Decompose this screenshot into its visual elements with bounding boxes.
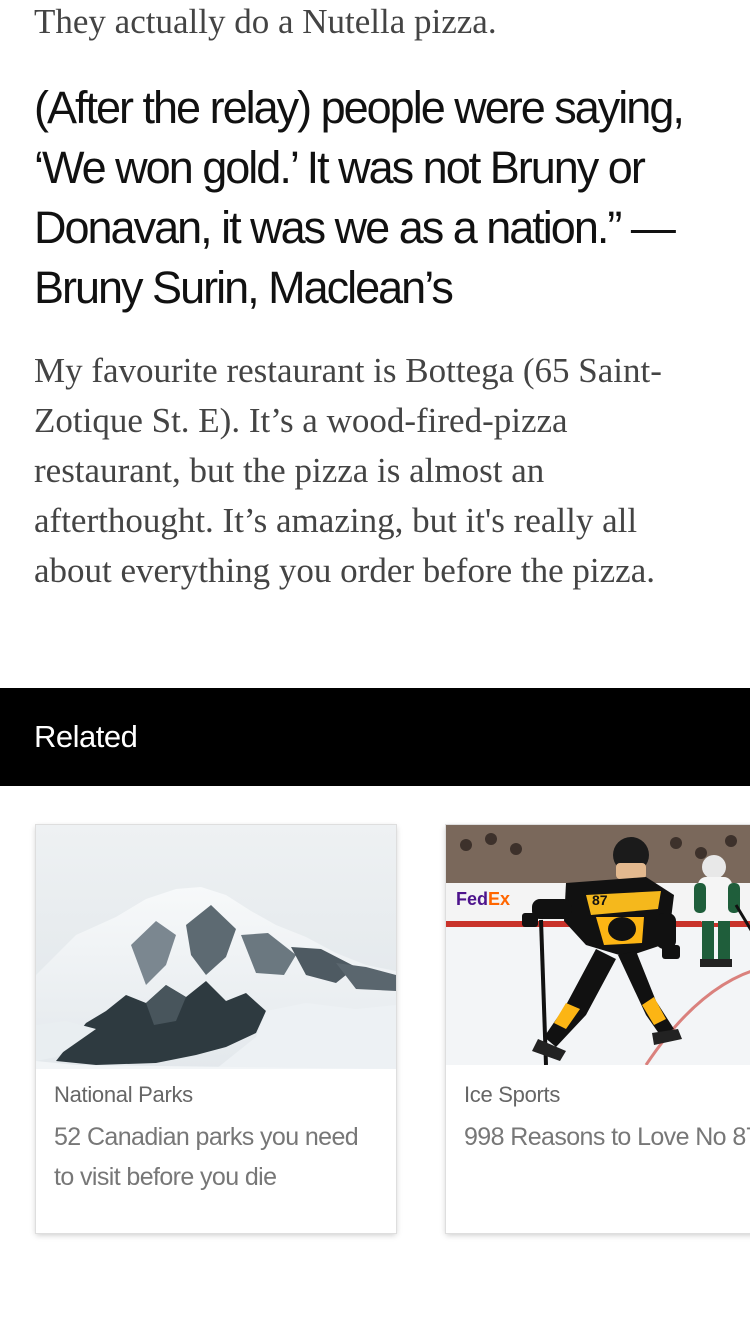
hockey-player-photo: Fed Ex 87: [446, 825, 750, 1069]
related-card-national-parks[interactable]: National Parks 52 Canadian parks you nee…: [36, 825, 396, 1233]
svg-text:87: 87: [592, 892, 608, 908]
card-category: National Parks: [54, 1082, 193, 1107]
svg-text:Fed: Fed: [456, 889, 488, 909]
card-title[interactable]: 998 Reasons to Love No 87: [464, 1117, 750, 1157]
card-title[interactable]: 52 Canadian parks you need to visit befo…: [54, 1117, 374, 1197]
pull-quote: (After the relay) people were saying, ‘W…: [34, 82, 685, 313]
snowy-mountain-photo: [36, 825, 396, 1069]
svg-text:Ex: Ex: [488, 889, 510, 909]
article-paragraph-lead: They actually do a Nutella pizza.: [34, 2, 497, 41]
related-heading: Related: [34, 719, 138, 754]
card-category: Ice Sports: [464, 1082, 561, 1107]
article-paragraph-body: My favourite restaurant is Bottega (65 S…: [34, 351, 662, 590]
related-card-ice-sports[interactable]: Fed Ex 87 Ice Sports 998 Reasons to Love…: [446, 825, 750, 1233]
related-section-header: Related: [0, 688, 750, 786]
